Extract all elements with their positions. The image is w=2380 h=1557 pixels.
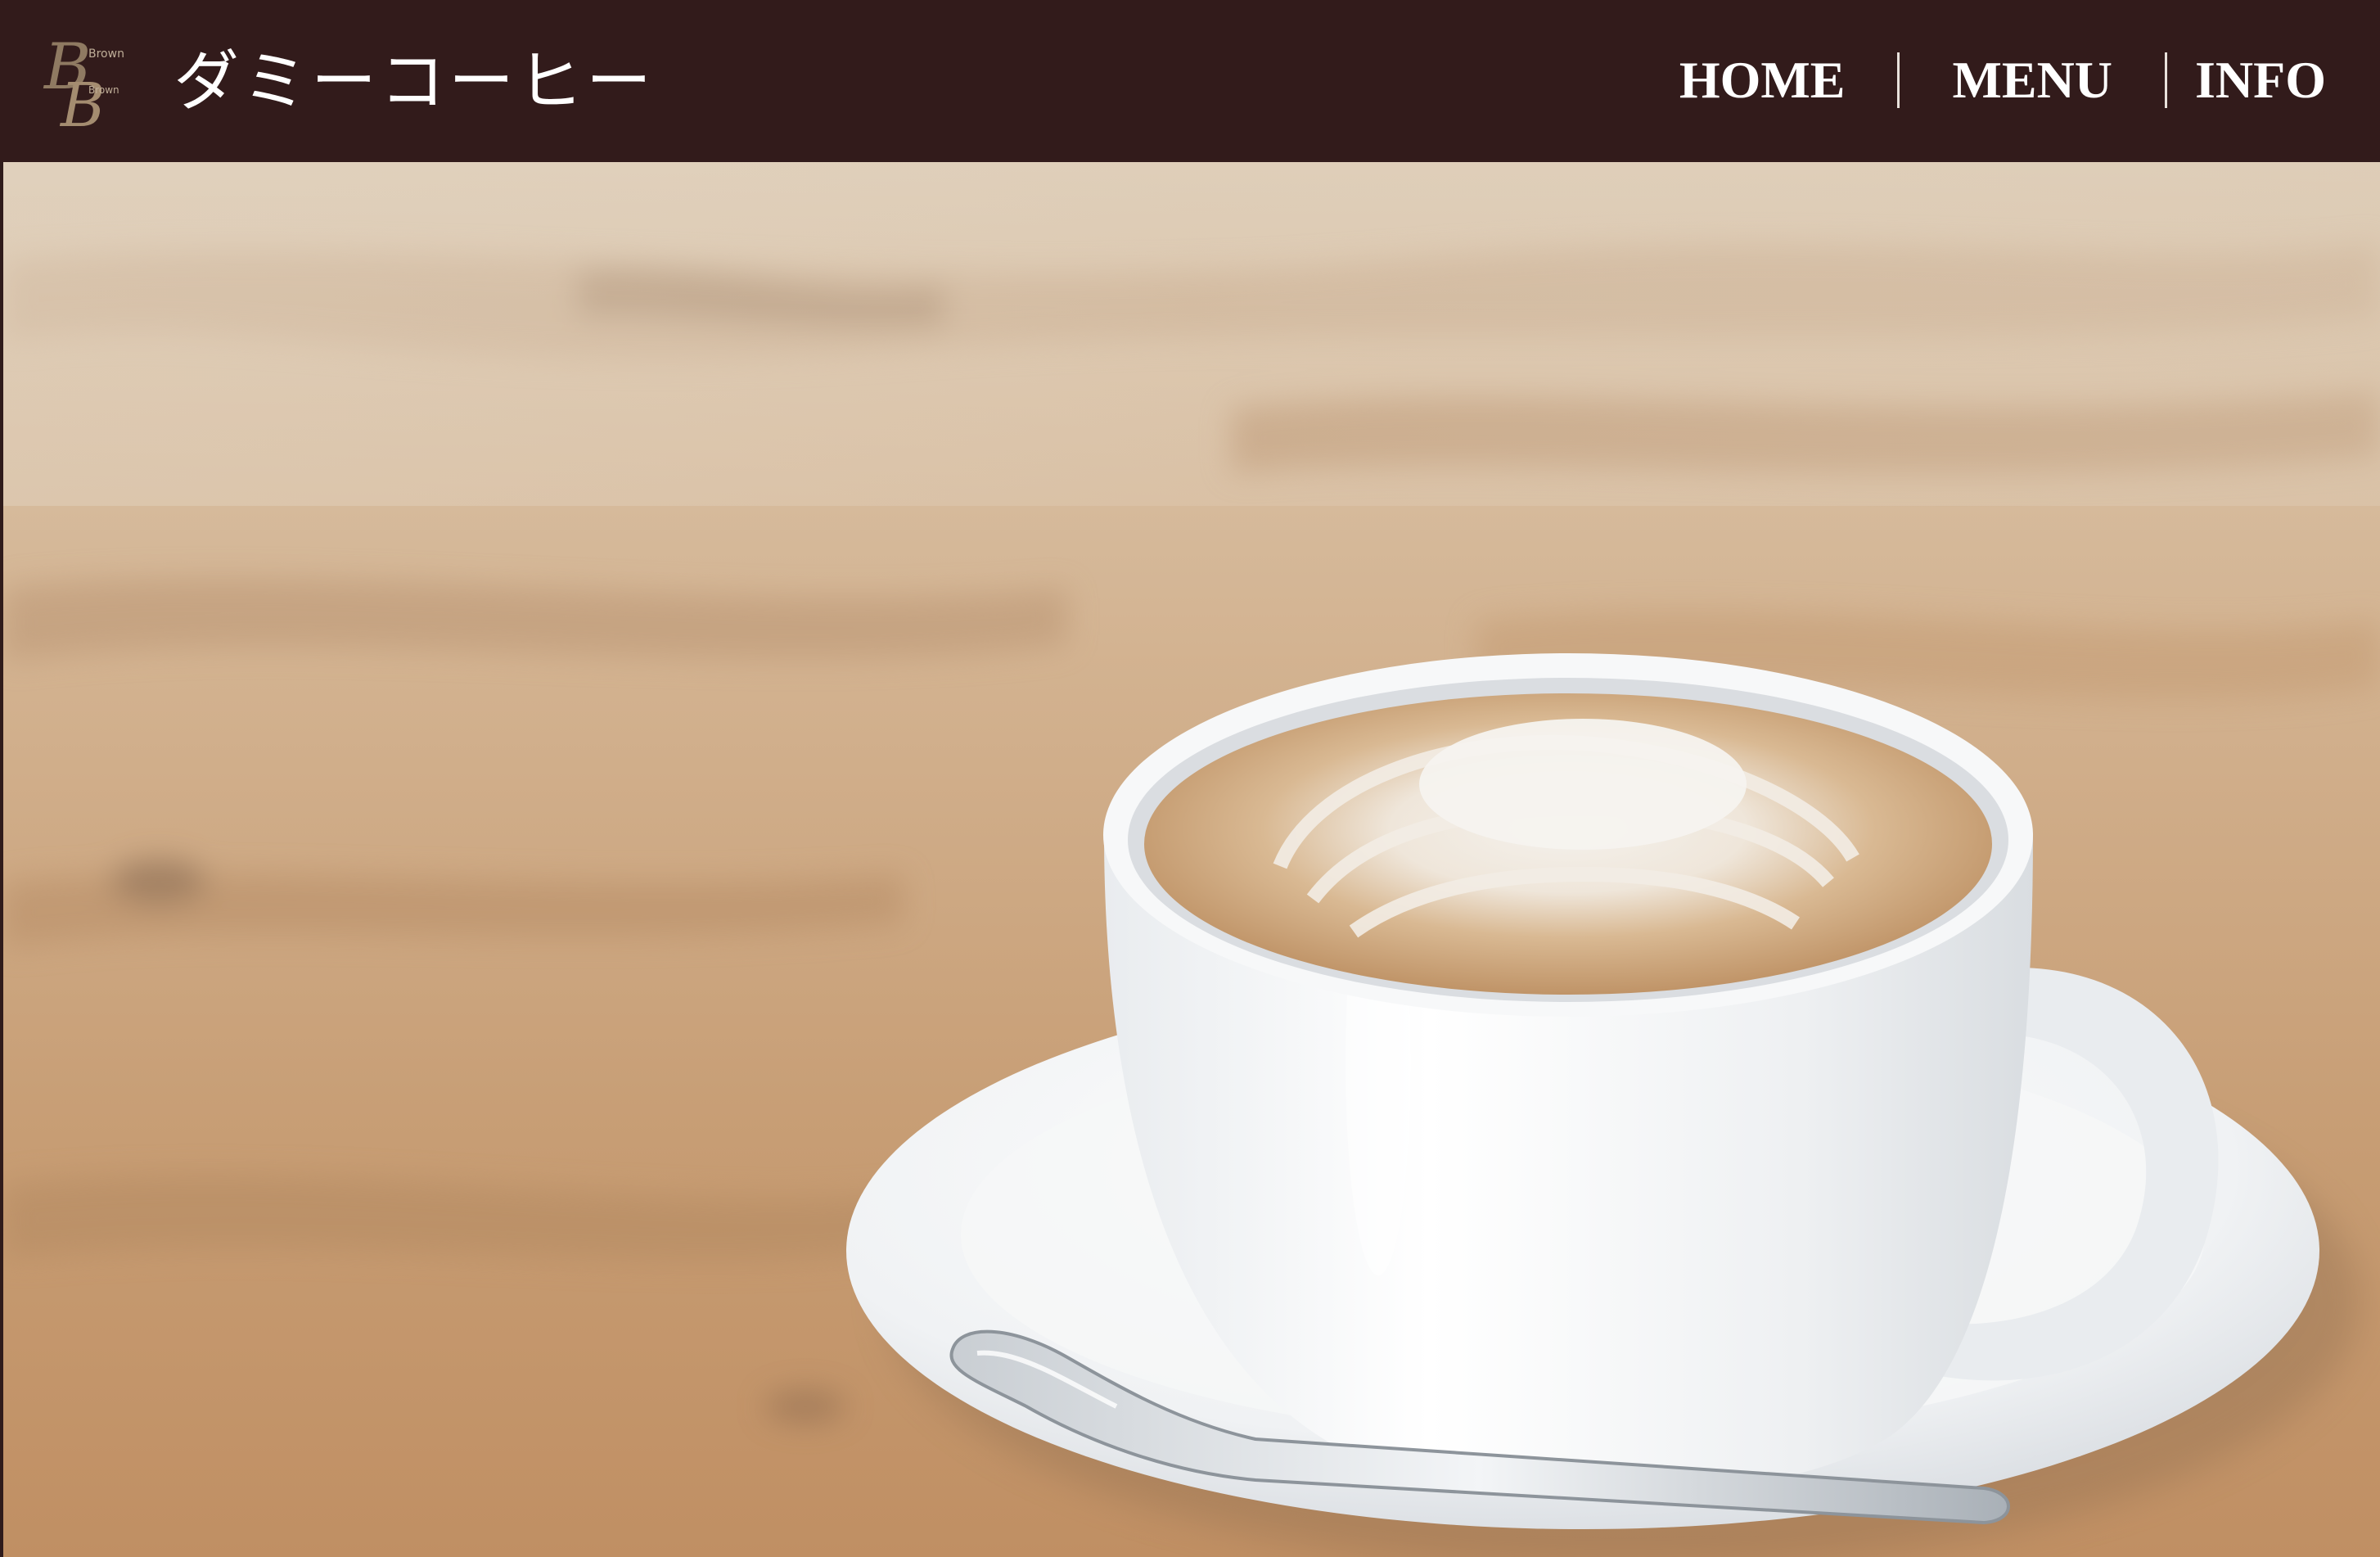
svg-text:B: B: [59, 70, 105, 135]
nav-divider: [2165, 52, 2167, 108]
main-nav: HOME MENU INFO: [1679, 43, 2326, 118]
hero-coffee-illustration: [3, 162, 2380, 1557]
nav-menu-link[interactable]: MENU: [1952, 43, 2112, 118]
svg-text:Brown: Brown: [88, 84, 119, 96]
brand-logo[interactable]: B B Brown Brown: [39, 25, 129, 141]
hero-image: [3, 162, 2380, 1557]
nav-home-link[interactable]: HOME: [1679, 43, 1846, 118]
site-header: B B Brown Brown ダミーコーヒー HOME MENU INFO: [0, 0, 2380, 162]
svg-text:Brown: Brown: [88, 47, 124, 61]
nav-divider: [1897, 52, 1900, 108]
brand-name[interactable]: ダミーコーヒー: [174, 33, 655, 131]
nav-info-link[interactable]: INFO: [2195, 43, 2326, 118]
brand-logo-icon: B B Brown Brown: [43, 30, 124, 141]
